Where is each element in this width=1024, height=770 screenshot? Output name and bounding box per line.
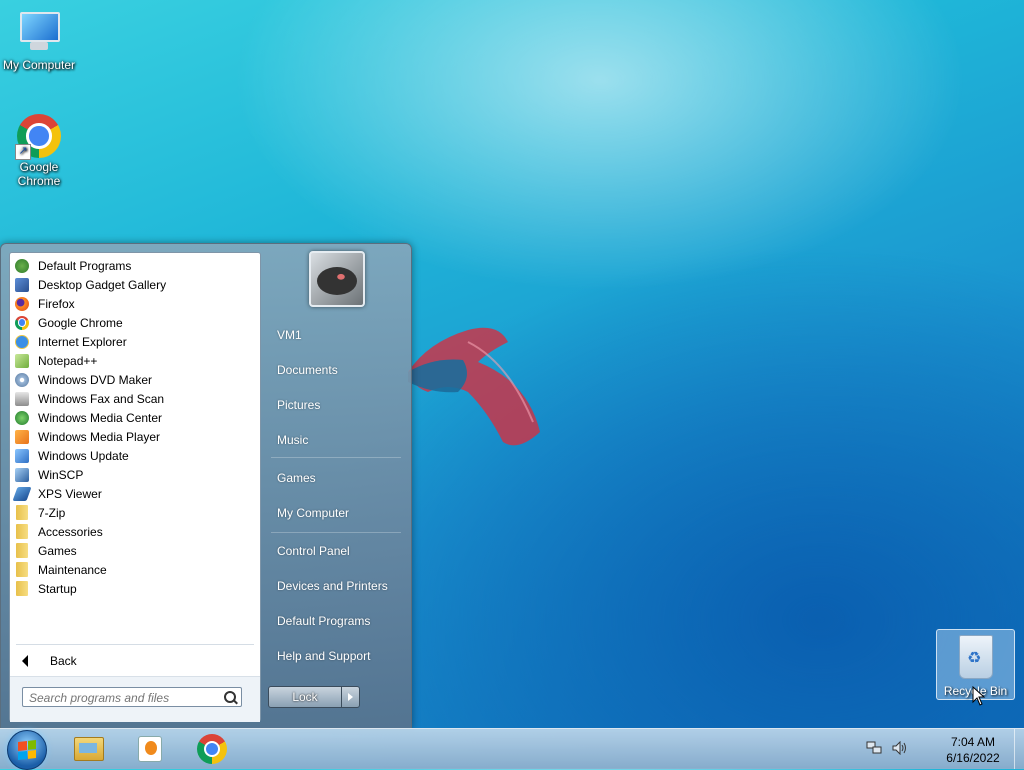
desktop-icon-my-computer[interactable]: My Computer	[1, 10, 77, 72]
computer-icon	[16, 10, 62, 56]
clock-time: 7:04 AM	[950, 735, 996, 749]
search-input[interactable]	[22, 687, 242, 707]
media-player-icon	[138, 736, 162, 762]
media-player-icon	[14, 429, 30, 445]
folder-icon	[14, 562, 30, 578]
start-link-music[interactable]: Music	[277, 433, 308, 447]
start-link-my-computer[interactable]: My Computer	[277, 506, 349, 520]
search-icon[interactable]	[224, 691, 236, 703]
chrome-icon	[14, 315, 30, 331]
chrome-icon	[197, 734, 227, 764]
winscp-icon	[14, 467, 30, 483]
program-item-windows-media-player[interactable]: Windows Media Player	[10, 427, 260, 446]
shortcut-arrow-icon: ↗	[15, 144, 31, 160]
clock[interactable]: 7:04 AM 6/16/2022	[928, 734, 1018, 766]
desktop-icon-label: My Computer	[2, 58, 76, 72]
wallpaper-fish-decoration	[408, 327, 540, 446]
start-link-devices-and-printers[interactable]: Devices and Printers	[277, 579, 388, 593]
back-label: Back	[50, 654, 77, 668]
desktop-icon-label: Google Chrome	[17, 160, 61, 188]
divider	[271, 457, 401, 458]
program-item-google-chrome[interactable]: Google Chrome	[10, 313, 260, 332]
start-button[interactable]	[7, 730, 47, 770]
clock-date: 6/16/2022	[946, 751, 1000, 765]
media-center-icon	[14, 410, 30, 426]
start-link-vm1[interactable]: VM1	[277, 328, 302, 342]
default-programs-icon	[14, 258, 30, 274]
start-link-games[interactable]: Games	[277, 471, 316, 485]
program-item-windows-update[interactable]: Windows Update	[10, 446, 260, 465]
program-item-startup[interactable]: Startup	[10, 579, 260, 598]
dvd-maker-icon	[14, 372, 30, 388]
start-link-control-panel[interactable]: Control Panel	[277, 544, 350, 558]
program-item-default-programs[interactable]: Default Programs	[10, 256, 260, 275]
windows-update-icon	[14, 448, 30, 464]
start-link-documents[interactable]: Documents	[277, 363, 338, 377]
taskbar: 7:04 AM 6/16/2022	[0, 728, 1024, 770]
program-item-desktop-gadget-gallery[interactable]: Desktop Gadget Gallery	[10, 275, 260, 294]
program-item-internet-explorer[interactable]: Internet Explorer	[10, 332, 260, 351]
recycle-bin-icon	[959, 635, 993, 679]
folder-icon	[14, 524, 30, 540]
divider	[16, 644, 254, 645]
gadget-gallery-icon	[14, 277, 30, 293]
program-item-windows-media-center[interactable]: Windows Media Center	[10, 408, 260, 427]
program-item-firefox[interactable]: Firefox	[10, 294, 260, 313]
program-item-xps-viewer[interactable]: XPS Viewer	[10, 484, 260, 503]
desktop-icon-google-chrome[interactable]: ↗ Google Chrome	[1, 114, 77, 188]
program-item-games[interactable]: Games	[10, 541, 260, 560]
network-icon[interactable]	[866, 741, 882, 755]
folder-icon	[14, 505, 30, 521]
windows-logo-icon	[18, 740, 36, 760]
divider	[271, 532, 401, 533]
program-list: Default Programs Desktop Gadget Gallery …	[10, 253, 260, 598]
taskbar-google-chrome[interactable]	[191, 733, 233, 765]
windows-explorer-icon	[74, 737, 104, 761]
program-item-winscp[interactable]: WinSCP	[10, 465, 260, 484]
lock-button[interactable]: Lock	[268, 686, 360, 708]
start-menu: Default Programs Desktop Gadget Gallery …	[0, 243, 412, 729]
start-link-pictures[interactable]: Pictures	[277, 398, 320, 412]
program-item-accessories[interactable]: Accessories	[10, 522, 260, 541]
taskbar-windows-media-player[interactable]	[129, 733, 171, 765]
fax-scan-icon	[14, 391, 30, 407]
folder-icon	[14, 543, 30, 559]
lock-label: Lock	[269, 687, 342, 707]
program-item-windows-dvd-maker[interactable]: Windows DVD Maker	[10, 370, 260, 389]
program-item-windows-fax-and-scan[interactable]: Windows Fax and Scan	[10, 389, 260, 408]
program-item-maintenance[interactable]: Maintenance	[10, 560, 260, 579]
folder-icon	[14, 581, 30, 597]
show-desktop-button[interactable]	[1014, 729, 1024, 769]
search-area	[10, 676, 260, 722]
start-link-default-programs[interactable]: Default Programs	[277, 614, 370, 628]
taskbar-windows-explorer[interactable]	[68, 733, 110, 765]
start-menu-programs-pane: Default Programs Desktop Gadget Gallery …	[9, 252, 261, 722]
program-item-notepad-plus-plus[interactable]: Notepad++	[10, 351, 260, 370]
back-arrow-icon	[22, 655, 28, 667]
back-button[interactable]: Back	[18, 651, 77, 671]
xps-viewer-icon	[12, 486, 32, 502]
volume-icon[interactable]	[892, 741, 908, 755]
program-item-7-zip[interactable]: 7-Zip	[10, 503, 260, 522]
shutdown-options-arrow-icon[interactable]	[342, 687, 359, 707]
notepad-plus-plus-icon	[14, 353, 30, 369]
user-avatar[interactable]	[309, 251, 365, 307]
internet-explorer-icon	[14, 334, 30, 350]
start-link-help-and-support[interactable]: Help and Support	[277, 649, 370, 663]
firefox-icon	[14, 296, 30, 312]
